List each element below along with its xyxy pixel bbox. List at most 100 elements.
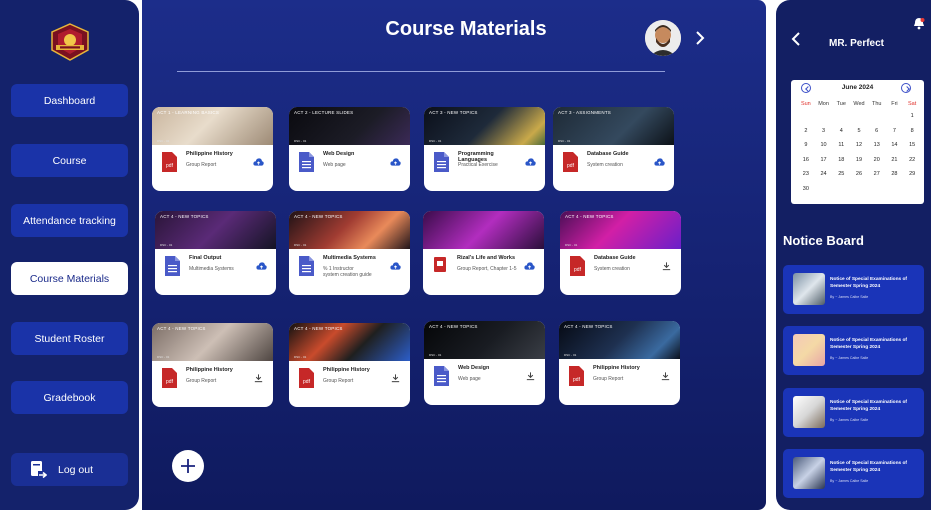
calendar-day[interactable]: 9 [797, 138, 815, 153]
calendar-next-button[interactable] [901, 83, 911, 93]
notice-author: By ~ James Calbe Salle [830, 418, 869, 422]
notice-item[interactable]: Notice of Special Examinations of Semest… [783, 388, 924, 437]
calendar-day[interactable]: 24 [815, 167, 833, 182]
calendar-day[interactable]: 17 [815, 153, 833, 168]
nav-attendance-tracking[interactable]: Attendance tracking [11, 204, 128, 237]
notice-title: Notice of Special Examinations of Semest… [830, 338, 908, 350]
material-card[interactable]: Rizal's Life and Works Group Report, Chap… [423, 211, 544, 295]
calendar-day[interactable]: 19 [850, 153, 868, 168]
notice-item[interactable]: Notice of Special Examinations of Semest… [783, 326, 924, 375]
material-card[interactable]: ACT 4 - NEW TOPICS DSC - 01 Multimedia Sys… [289, 211, 410, 295]
calendar-day[interactable]: 15 [903, 138, 921, 153]
calendar-weekday: Sun [800, 101, 811, 107]
calendar-weekday: Thu [871, 101, 882, 107]
material-card[interactable]: ACT 3 - NEW TOPICS DSC - 01 Programming La… [424, 107, 545, 191]
calendar-day[interactable]: 8 [903, 124, 921, 139]
calendar-day[interactable]: 5 [850, 124, 868, 139]
svg-text:pdf: pdf [574, 267, 582, 273]
calendar-day[interactable]: 29 [903, 167, 921, 182]
material-card[interactable]: ACT 4 - NEW TOPICS DSC - 01 Web Design Web … [424, 321, 545, 405]
calendar-day[interactable]: 22 [903, 153, 921, 168]
card-title: Web Design [323, 151, 355, 157]
card-banner-code: DSC - 01 [294, 243, 307, 247]
calendar-weekday: Sat [908, 101, 917, 107]
notification-bell-icon[interactable] [913, 17, 925, 30]
chevron-left-icon[interactable] [791, 31, 801, 47]
calendar-day [815, 182, 833, 197]
calendar-day[interactable]: 1 [903, 109, 921, 124]
calendar-day[interactable]: 3 [815, 124, 833, 139]
calendar-day[interactable]: 2 [797, 124, 815, 139]
calendar-day[interactable]: 18 [832, 153, 850, 168]
nav-student-roster[interactable]: Student Roster [11, 322, 128, 355]
user-avatar[interactable] [645, 20, 681, 56]
download-icon[interactable] [525, 371, 536, 381]
card-banner-code: DSC - 01 [429, 353, 442, 357]
calendar-day[interactable]: 14 [886, 138, 904, 153]
calendar-day[interactable]: 27 [868, 167, 886, 182]
calendar-day[interactable]: 21 [886, 153, 904, 168]
nav-course[interactable]: Course [11, 144, 128, 177]
calendar-day[interactable]: 20 [868, 153, 886, 168]
plus-icon [181, 459, 195, 473]
material-card[interactable]: ACT 4 - NEW TOPICS DSC - 01 pdf Philippine … [559, 321, 680, 405]
card-title: Final Output [189, 255, 222, 261]
cloud-upload-icon[interactable] [390, 261, 401, 271]
calendar-day[interactable]: 4 [832, 124, 850, 139]
material-card[interactable]: ACT 4 - NEW TOPICS DSC - 01 pdf Philippine … [152, 323, 273, 407]
material-card[interactable]: ACT 3 - ASSIGNMENTS DSC - 01 pdf Database G… [553, 107, 674, 191]
calendar-day[interactable]: 16 [797, 153, 815, 168]
pdf-icon: pdf [299, 368, 314, 388]
material-card[interactable]: ACT 4 - NEW TOPICS DSC - 01 pdf Database Gu… [560, 211, 681, 295]
calendar-weekday: Wed [853, 101, 865, 107]
calendar-day [797, 109, 815, 124]
add-material-button[interactable] [172, 450, 204, 482]
title-divider [177, 71, 665, 72]
nav-course-materials[interactable]: Course Materials [11, 262, 128, 295]
pdf-icon: pdf [162, 368, 177, 388]
card-banner-code: DSC - 01 [157, 355, 170, 359]
download-icon[interactable] [253, 373, 264, 383]
nav-gradebook[interactable]: Gradebook [11, 381, 128, 414]
nav-dashboard[interactable]: Dashboard [11, 84, 128, 117]
cloud-upload-icon[interactable] [524, 261, 535, 271]
calendar-grid: Sun Mon Tue Wed Thu Fri Sat 1 2 3 4 5 6 7 8 9 10 11 12 13 14… [797, 99, 921, 196]
logout-button[interactable]: Log out [11, 453, 128, 486]
calendar-day[interactable]: 10 [815, 138, 833, 153]
cloud-upload-icon[interactable] [253, 157, 264, 167]
calendar-day[interactable]: 6 [868, 124, 886, 139]
cloud-upload-icon[interactable] [525, 157, 536, 167]
notice-thumbnail [793, 396, 825, 428]
card-title: Philippine History [323, 367, 370, 373]
calendar-day[interactable]: 23 [797, 167, 815, 182]
card-description: Group Report [593, 376, 624, 382]
material-card[interactable]: ACT 1 - LEARNING BASICS DSC - 01 pdf Philip… [152, 107, 273, 191]
calendar-day[interactable]: 26 [850, 167, 868, 182]
calendar-day[interactable]: 12 [850, 138, 868, 153]
calendar-day[interactable]: 28 [886, 167, 904, 182]
document-icon [434, 152, 449, 172]
cloud-upload-icon[interactable] [256, 261, 267, 271]
material-card[interactable]: ACT 4 - NEW TOPICS DSC - 01 pdf Philippine … [289, 323, 410, 407]
card-description: System creation [587, 162, 623, 168]
cloud-upload-icon[interactable] [654, 157, 665, 167]
notice-item[interactable]: Notice of Special Examinations of Semest… [783, 265, 924, 314]
card-title: Multimedia Systems [323, 255, 376, 261]
calendar-day[interactable]: 11 [832, 138, 850, 153]
calendar-day[interactable]: 13 [868, 138, 886, 153]
cloud-upload-icon[interactable] [390, 157, 401, 167]
notice-item[interactable]: Notice of Special Examinations of Semest… [783, 449, 924, 498]
material-card[interactable]: ACT 2 - LECTURE SLIDES DSC - 01 Web Design… [289, 107, 410, 191]
material-card[interactable]: ACT 4 - NEW TOPICS DSC - 01 Final Output Mu… [155, 211, 276, 295]
chevron-right-icon[interactable] [693, 30, 707, 46]
download-icon[interactable] [660, 371, 671, 381]
download-icon[interactable] [661, 261, 672, 271]
calendar-day [886, 109, 904, 124]
calendar-day [815, 109, 833, 124]
calendar-day[interactable]: 7 [886, 124, 904, 139]
download-icon[interactable] [390, 373, 401, 383]
calendar-day[interactable]: 25 [832, 167, 850, 182]
calendar-day[interactable]: 30 [797, 182, 815, 197]
card-title: Rizal's Life and Works [457, 255, 516, 261]
pdf-icon: pdf [162, 152, 177, 172]
